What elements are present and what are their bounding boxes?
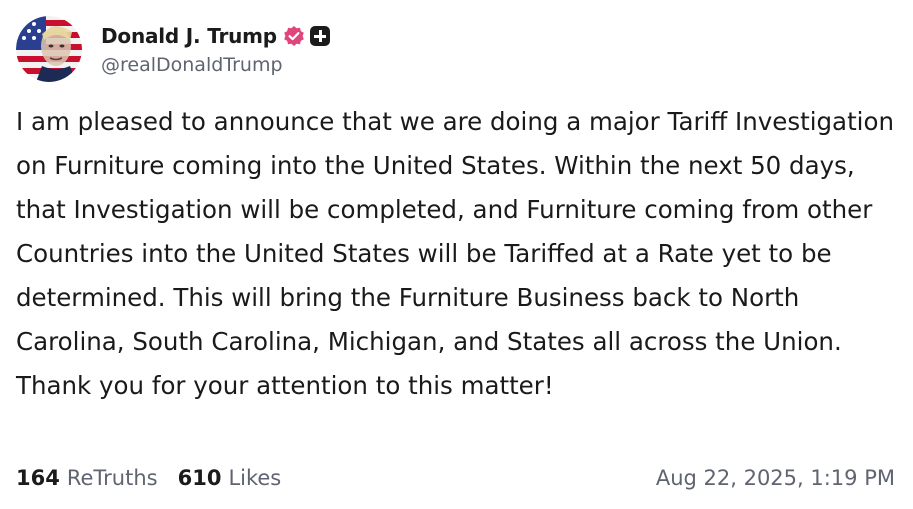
author-display-name[interactable]: Donald J. Trump [101,24,277,48]
post-footer: 164 ReTruths 610 Likes Aug 22, 2025, 1:1… [16,466,895,490]
post-card: Donald J. Trump @realDonaldTrump I am pl… [0,0,913,509]
plus-badge-icon [309,25,330,46]
retruths-count: 164 [16,466,60,490]
post-timestamp[interactable]: Aug 22, 2025, 1:19 PM [656,466,895,490]
avatar-image-icon [16,16,82,82]
author-info: Donald J. Trump @realDonaldTrump [101,21,330,76]
retruths-label: ReTruths [66,466,158,490]
post-header: Donald J. Trump @realDonaldTrump [16,16,330,82]
author-handle[interactable]: @realDonaldTrump [101,54,330,76]
avatar[interactable] [16,16,82,82]
name-row: Donald J. Trump [101,21,330,51]
retruths-stat[interactable]: 164 ReTruths [16,466,158,490]
likes-stat[interactable]: 610 Likes [178,466,282,490]
verified-check-icon [283,25,305,47]
post-text: I am pleased to announce that we are doi… [16,107,895,400]
likes-label: Likes [228,466,282,490]
likes-count: 610 [177,466,222,490]
